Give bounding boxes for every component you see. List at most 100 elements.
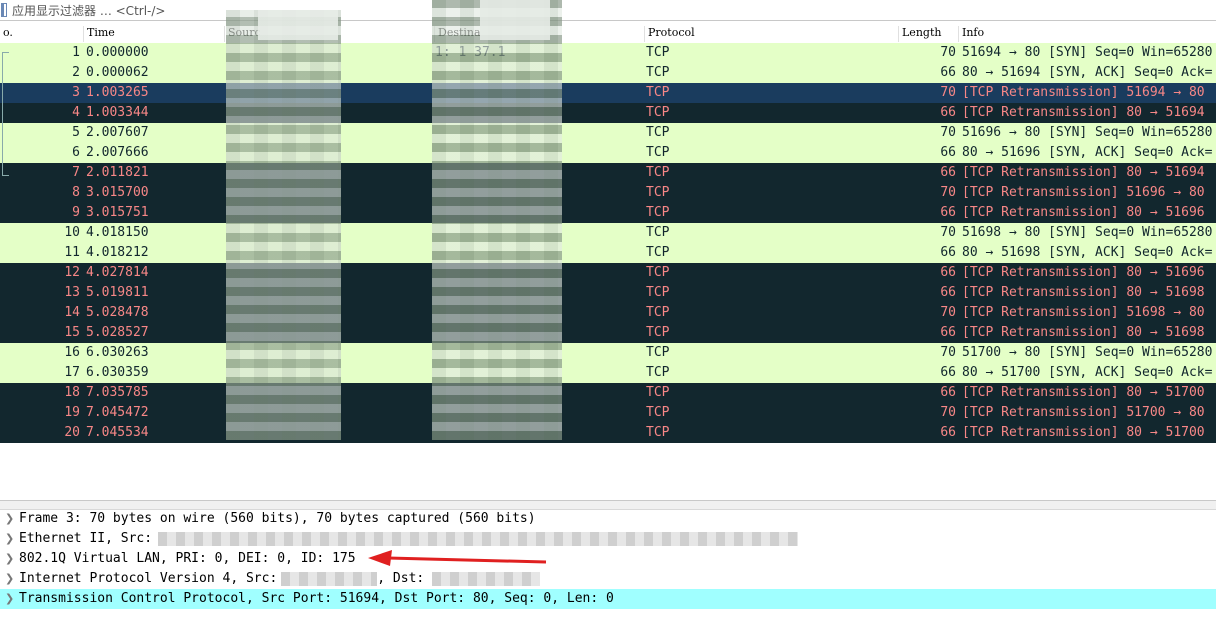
detail-tcp-text: Transmission Control Protocol, Src Port:… bbox=[19, 591, 614, 606]
packet-length: 66 bbox=[940, 165, 956, 180]
packet-time: 7.045472 bbox=[86, 405, 149, 420]
packet-no: 2 bbox=[72, 65, 80, 80]
packet-time: 0.000000 bbox=[86, 45, 149, 60]
packet-no: 11 bbox=[64, 245, 80, 260]
packet-no: 14 bbox=[64, 305, 80, 320]
chevron-right-icon[interactable]: ❯ bbox=[5, 529, 15, 549]
packet-destination bbox=[435, 243, 635, 263]
packet-info: [TCP Retransmission] 51694 → 80 bbox=[962, 85, 1205, 100]
packet-destination bbox=[435, 223, 635, 243]
packet-destination bbox=[435, 163, 635, 183]
packet-length: 70 bbox=[940, 185, 956, 200]
packet-protocol: TCP bbox=[646, 385, 670, 400]
packet-info: [TCP Retransmission] 80 → 51694 bbox=[962, 105, 1205, 120]
column-header-time[interactable]: Time bbox=[83, 26, 223, 42]
packet-info: [TCP Retransmission] 80 → 51698 bbox=[962, 285, 1205, 300]
packet-no: 17 bbox=[64, 365, 80, 380]
packet-length: 70 bbox=[940, 85, 956, 100]
packet-row[interactable]: 20 7.045534 TCP 66 [TCP Retransmission] 80 →… bbox=[0, 423, 1216, 443]
column-header-no[interactable]: o. bbox=[0, 26, 80, 42]
packet-row[interactable]: 1 0.000000 1: 1 37.1 TCP 70 51694 → 80 [SYN] … bbox=[0, 43, 1216, 63]
packet-row[interactable]: 11 4.018212 TCP 66 80 → 51698 [SYN, ACK] Seq… bbox=[0, 243, 1216, 263]
packet-source bbox=[224, 43, 424, 63]
packet-row[interactable]: 5 2.007607 TCP 70 51696 → 80 [SYN] Seq=0 Win… bbox=[0, 123, 1216, 143]
packet-destination bbox=[435, 203, 635, 223]
packet-source bbox=[224, 323, 424, 343]
packet-source bbox=[224, 363, 424, 383]
packet-length: 66 bbox=[940, 205, 956, 220]
packet-protocol: TCP bbox=[646, 45, 670, 60]
packet-list-header: o. Time Sourc Destina Protocol Length In… bbox=[0, 23, 1216, 44]
packet-length: 70 bbox=[940, 405, 956, 420]
packet-info: 51696 → 80 [SYN] Seq=0 Win=65280 bbox=[962, 125, 1213, 140]
packet-time: 4.027814 bbox=[86, 265, 149, 280]
packet-no: 7 bbox=[72, 165, 80, 180]
packet-source bbox=[224, 123, 424, 143]
packet-row[interactable]: 17 6.030359 TCP 66 80 → 51700 [SYN, ACK] Seq… bbox=[0, 363, 1216, 383]
packet-row[interactable]: 12 4.027814 TCP 66 [TCP Retransmission] 80 →… bbox=[0, 263, 1216, 283]
packet-row[interactable]: 18 7.035785 TCP 66 [TCP Retransmission] 80 →… bbox=[0, 383, 1216, 403]
packet-no: 13 bbox=[64, 285, 80, 300]
packet-length: 70 bbox=[940, 45, 956, 60]
packet-no: 12 bbox=[64, 265, 80, 280]
packet-row[interactable]: 7 2.011821 TCP 66 [TCP Retransmission] 80 → … bbox=[0, 163, 1216, 183]
detail-row-tcp[interactable]: ❯ Transmission Control Protocol, Src Por… bbox=[0, 589, 1216, 609]
packet-row[interactable]: 3 1.003265 TCP 70 [TCP Retransmission] 51694… bbox=[0, 83, 1216, 103]
detail-ethernet-text: Ethernet II, Src: bbox=[19, 531, 153, 546]
packet-no: 15 bbox=[64, 325, 80, 340]
packet-time: 5.019811 bbox=[86, 285, 149, 300]
column-header-destination[interactable]: Destina bbox=[434, 26, 644, 42]
packet-row[interactable]: 15 5.028527 TCP 66 [TCP Retransmission] 80 →… bbox=[0, 323, 1216, 343]
chevron-right-icon[interactable]: ❯ bbox=[5, 509, 15, 529]
packet-info: 51700 → 80 [SYN] Seq=0 Win=65280 bbox=[962, 345, 1213, 360]
column-header-protocol[interactable]: Protocol bbox=[644, 26, 898, 42]
packet-info: 80 → 51696 [SYN, ACK] Seq=0 Ack= bbox=[962, 145, 1213, 160]
bookmark-icon[interactable] bbox=[1, 3, 7, 17]
chevron-right-icon[interactable]: ❯ bbox=[5, 549, 15, 569]
chevron-right-icon[interactable]: ❯ bbox=[5, 569, 15, 589]
packet-source bbox=[224, 403, 424, 423]
packet-destination bbox=[435, 263, 635, 283]
display-filter-bar[interactable]: 应用显示过滤器 … <Ctrl-/> bbox=[0, 0, 1216, 21]
packet-source bbox=[224, 423, 424, 443]
packet-row[interactable]: 9 3.015751 TCP 66 [TCP Retransmission] 80 → … bbox=[0, 203, 1216, 223]
detail-row-ethernet[interactable]: ❯ Ethernet II, Src: bbox=[0, 529, 1216, 549]
packet-destination bbox=[435, 303, 635, 323]
packet-source bbox=[224, 283, 424, 303]
packet-row[interactable]: 16 6.030263 TCP 70 51700 → 80 [SYN] Seq=0 Wi… bbox=[0, 343, 1216, 363]
packet-source bbox=[224, 383, 424, 403]
packet-row[interactable]: 19 7.045472 TCP 70 [TCP Retransmission] 5170… bbox=[0, 403, 1216, 423]
detail-frame-text: Frame 3: 70 bytes on wire (560 bits), 70… bbox=[19, 511, 536, 526]
packet-row[interactable]: 14 5.028478 TCP 70 [TCP Retransmission] 5169… bbox=[0, 303, 1216, 323]
packet-source bbox=[224, 203, 424, 223]
packet-time: 3.015700 bbox=[86, 185, 149, 200]
packet-length: 70 bbox=[940, 305, 956, 320]
column-header-length[interactable]: Length bbox=[898, 26, 958, 42]
packet-protocol: TCP bbox=[646, 65, 670, 80]
packet-row[interactable]: 13 5.019811 TCP 66 [TCP Retransmission] 80 →… bbox=[0, 283, 1216, 303]
packet-protocol: TCP bbox=[646, 405, 670, 420]
packet-length: 66 bbox=[940, 105, 956, 120]
detail-row-vlan[interactable]: ❯ 802.1Q Virtual LAN, PRI: 0, DEI: 0, ID… bbox=[0, 549, 1216, 569]
column-header-source[interactable]: Sourc bbox=[224, 26, 434, 42]
packet-row[interactable]: 8 3.015700 TCP 70 [TCP Retransmission] 51696… bbox=[0, 183, 1216, 203]
packet-length: 66 bbox=[940, 285, 956, 300]
detail-row-frame[interactable]: ❯ Frame 3: 70 bytes on wire (560 bits), … bbox=[0, 509, 1216, 529]
packet-no: 18 bbox=[64, 385, 80, 400]
detail-row-ip[interactable]: ❯ Internet Protocol Version 4, Src:, Dst… bbox=[0, 569, 1216, 589]
packet-length: 66 bbox=[940, 245, 956, 260]
packet-row[interactable]: 2 0.000062 TCP 66 80 → 51694 [SYN, ACK] Seq=… bbox=[0, 63, 1216, 83]
packet-destination bbox=[435, 323, 635, 343]
packet-destination bbox=[435, 283, 635, 303]
packet-row[interactable]: 4 1.003344 TCP 66 [TCP Retransmission] 80 → … bbox=[0, 103, 1216, 123]
packet-info: 80 → 51698 [SYN, ACK] Seq=0 Ack= bbox=[962, 245, 1213, 260]
display-filter-input[interactable]: 应用显示过滤器 … <Ctrl-/> bbox=[12, 2, 165, 19]
packet-row[interactable]: 6 2.007666 TCP 66 80 → 51696 [SYN, ACK] Seq=… bbox=[0, 143, 1216, 163]
chevron-right-icon[interactable]: ❯ bbox=[5, 589, 15, 609]
column-header-info[interactable]: Info bbox=[958, 26, 1216, 42]
packet-length: 70 bbox=[940, 345, 956, 360]
packet-protocol: TCP bbox=[646, 125, 670, 140]
packet-length: 66 bbox=[940, 145, 956, 160]
packet-row[interactable]: 10 4.018150 TCP 70 51698 → 80 [SYN] Seq=0 Wi… bbox=[0, 223, 1216, 243]
packet-destination bbox=[435, 343, 635, 363]
